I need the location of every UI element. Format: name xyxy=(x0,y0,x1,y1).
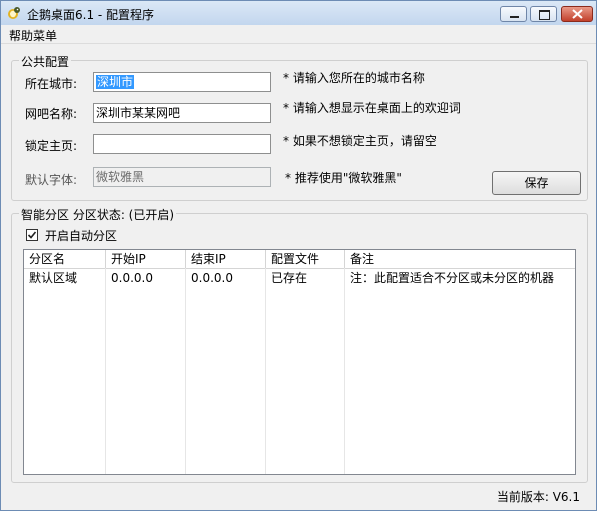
column-header-start-ip[interactable]: 开始IP xyxy=(106,250,186,268)
save-button[interactable]: 保存 xyxy=(492,171,581,195)
auto-partition-label[interactable]: 开启自动分区 xyxy=(45,227,117,244)
close-button[interactable] xyxy=(561,6,593,22)
column-divider xyxy=(344,268,345,474)
main-window: 企鹅桌面6.1 - 配置程序 帮助菜单 公共配置 所在城市: 深圳市 * 请输入… xyxy=(0,0,597,511)
city-input[interactable]: 深圳市 xyxy=(93,72,271,92)
version-label: 当前版本: V6.1 xyxy=(496,490,580,504)
cell-end-ip: 0.0.0.0 xyxy=(191,271,233,285)
city-tip: * 请输入您所在的城市名称 xyxy=(283,71,425,85)
cell-start-ip: 0.0.0.0 xyxy=(111,271,153,285)
column-header-note[interactable]: 备注 xyxy=(345,250,575,268)
column-header-end-ip[interactable]: 结束IP xyxy=(186,250,266,268)
app-icon xyxy=(8,7,20,19)
default-font-value: 微软雅黑 xyxy=(96,170,145,184)
close-icon xyxy=(572,9,583,19)
default-font-input: 微软雅黑 xyxy=(93,167,271,187)
lock-homepage-label: 锁定主页: xyxy=(25,139,78,153)
cell-config-file: 已存在 xyxy=(271,271,308,285)
save-button-label: 保存 xyxy=(524,176,549,190)
menu-bar: 帮助菜单 xyxy=(1,25,596,44)
partition-group-title: 智能分区 分区状态: (已开启) xyxy=(19,206,177,223)
cell-name: 默认区域 xyxy=(29,271,78,285)
column-header-config-file[interactable]: 配置文件 xyxy=(266,250,345,268)
maximize-button[interactable] xyxy=(530,6,557,22)
window-title: 企鹅桌面6.1 - 配置程序 xyxy=(27,8,155,22)
lock-homepage-input[interactable] xyxy=(93,134,271,154)
cell-note: 注：此配置适合不分区或未分区的机器 xyxy=(350,271,555,285)
default-font-tip: * 推荐使用"微软雅黑" xyxy=(285,171,402,185)
public-config-group-title: 公共配置 xyxy=(19,53,72,70)
title-bar[interactable]: 企鹅桌面6.1 - 配置程序 xyxy=(1,1,596,25)
column-divider xyxy=(185,268,186,474)
auto-partition-checkbox[interactable] xyxy=(26,229,38,241)
default-font-label: 默认字体: xyxy=(25,173,78,187)
minimize-button[interactable] xyxy=(500,6,527,22)
minimize-icon xyxy=(510,16,519,18)
netbar-name-input[interactable]: 深圳市某某网吧 xyxy=(93,103,271,123)
lock-homepage-tip: * 如果不想锁定主页，请留空 xyxy=(283,134,437,148)
menu-help[interactable]: 帮助菜单 xyxy=(9,27,57,44)
column-divider xyxy=(265,268,266,474)
netbar-name-value: 深圳市某某网吧 xyxy=(96,106,181,120)
checkmark-icon xyxy=(27,231,37,239)
maximize-icon xyxy=(539,10,550,20)
netbar-name-tip: * 请输入想显示在桌面上的欢迎词 xyxy=(283,101,461,115)
column-header-name[interactable]: 分区名 xyxy=(24,250,106,268)
netbar-name-label: 网吧名称: xyxy=(25,107,78,121)
table-row[interactable]: 默认区域 0.0.0.0 0.0.0.0 已存在 注：此配置适合不分区或未分区的… xyxy=(24,269,575,287)
partition-list-header: 分区名 开始IP 结束IP 配置文件 备注 xyxy=(24,250,575,269)
city-label: 所在城市: xyxy=(25,77,78,91)
partition-list[interactable]: 分区名 开始IP 结束IP 配置文件 备注 默认区域 0.0.0.0 0.0.0… xyxy=(23,249,576,475)
city-input-value: 深圳市 xyxy=(96,75,135,89)
column-divider xyxy=(105,268,106,474)
